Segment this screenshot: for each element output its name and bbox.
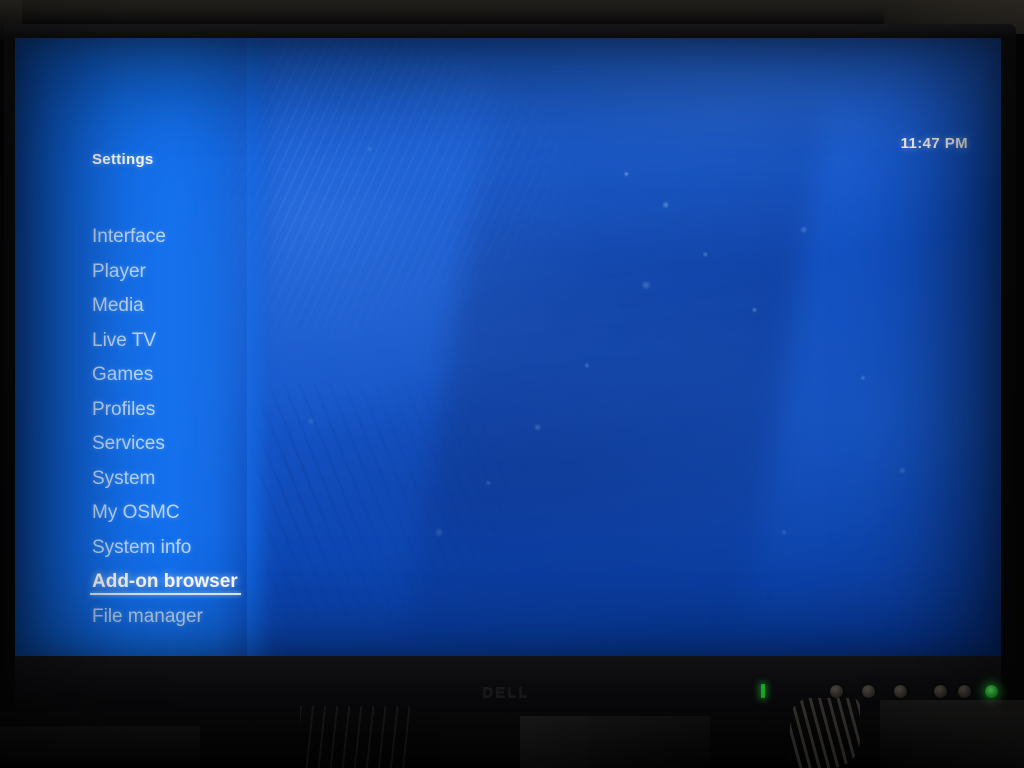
sidebar-item-games[interactable]: Games [92,358,292,393]
osd-button-row [830,685,998,699]
wall-background [0,0,1024,26]
osd-button-2[interactable] [862,685,875,698]
power-led-green[interactable] [985,685,998,698]
osd-button-3[interactable] [894,685,907,698]
sidebar-item-label: Interface [92,226,166,247]
sidebar-item-profiles[interactable]: Profiles [92,393,292,428]
settings-menu: Interface Player Media Live TV Games Pro… [90,220,292,635]
sidebar-item-my-osmc[interactable]: My OSMC [92,496,292,531]
photo-scene: 11:47 PM Settings Interface Player Media… [0,0,1024,768]
sidebar-item-label: System info [92,536,192,558]
monitor-stand [440,712,590,768]
osd-button-5[interactable] [958,685,971,698]
osd-button-4[interactable] [934,685,947,698]
sidebar-item-label: Live TV [92,329,157,351]
osd-button-1[interactable] [830,685,843,698]
sidebar-item-player[interactable]: Player [92,255,292,290]
clock: 11:47 PM [900,135,968,152]
sidebar-item-system-info[interactable]: System info [92,531,292,566]
sidebar-item-interface[interactable]: Interface [92,220,292,255]
sidebar-item-file-manager[interactable]: File manager [92,600,292,635]
sidebar-item-label: Games [92,364,154,385]
sidebar-item-label: Player [92,260,146,282]
sidebar-item-system[interactable]: System [92,462,292,497]
sidebar-item-label: Services [92,433,165,454]
sidebar-item-media[interactable]: Media [92,289,292,324]
bezel-sheen [4,24,1016,38]
dell-logo: DELL [482,684,530,701]
sidebar-item-label: System [92,467,156,489]
page-title: Settings [92,151,154,168]
sidebar-item-label: File manager [92,605,203,627]
sidebar-item-live-tv[interactable]: Live TV [92,324,292,359]
sidebar-item-label: Profiles [92,398,156,420]
sidebar-item-label: Add-on browser [90,565,241,600]
sidebar-item-services[interactable]: Services [92,427,292,462]
status-led-green [761,684,765,698]
sidebar-item-label: Media [92,295,144,316]
sidebar-item-add-on-browser[interactable]: Add-on browser [90,565,292,600]
sidebar-item-label: My OSMC [92,502,180,523]
monitor-screen: 11:47 PM Settings Interface Player Media… [15,38,1001,656]
